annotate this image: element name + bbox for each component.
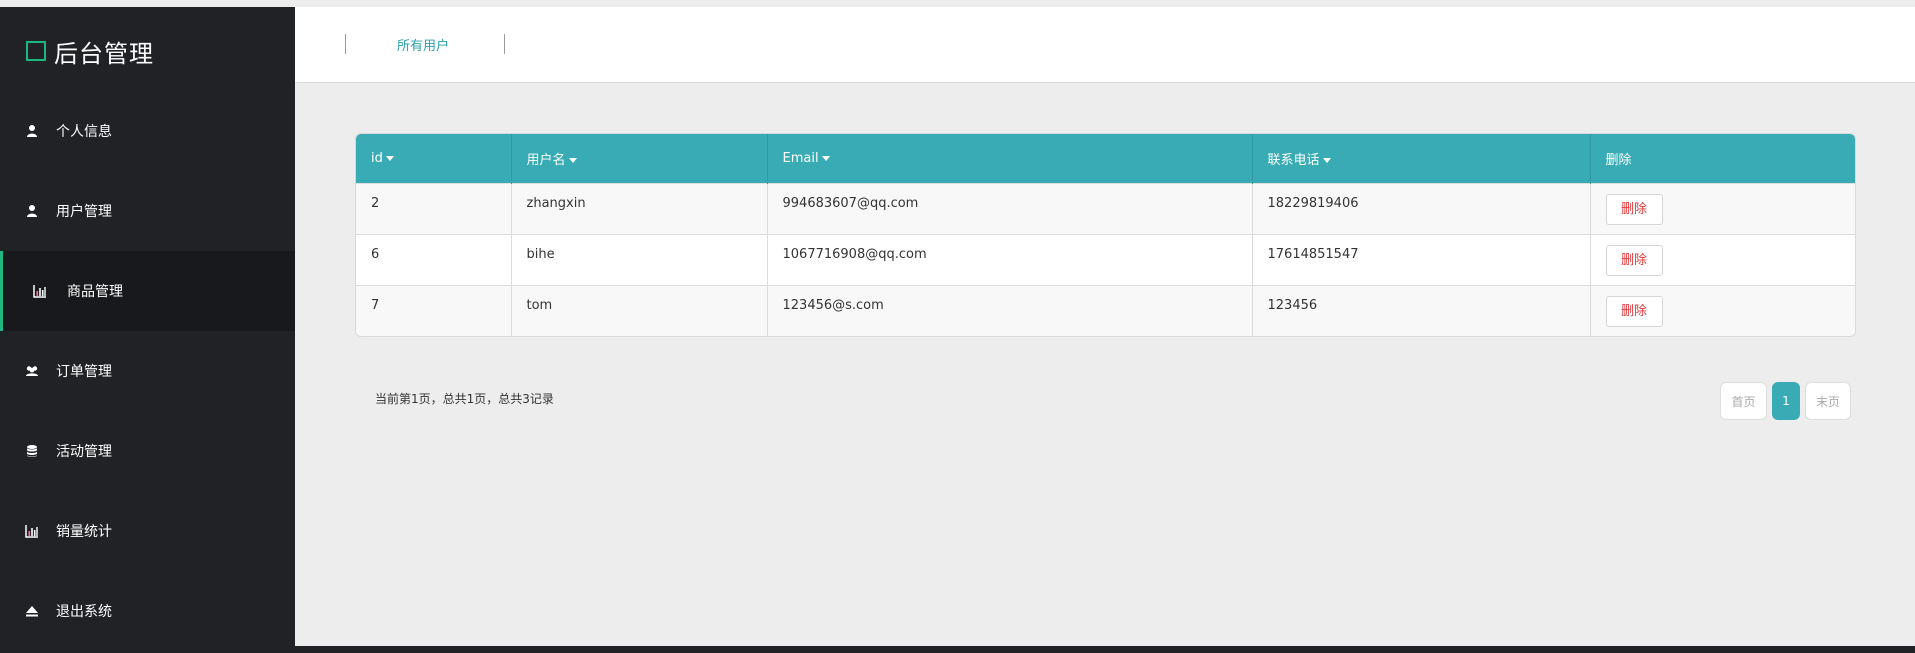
sort-caret-icon: [568, 157, 577, 163]
eject-icon: [25, 604, 39, 618]
column-header-id[interactable]: id: [356, 134, 512, 183]
sidebar-item-activity-management[interactable]: 活动管理: [0, 411, 295, 491]
sidebar-item-product-management[interactable]: 商品管理: [0, 251, 295, 331]
table-header-row: id 用户名 Email 联系电话 删除: [356, 134, 1855, 183]
delete-button[interactable]: 删除: [1605, 244, 1663, 276]
cell-username: bihe: [511, 233, 768, 285]
tab-all-users[interactable]: 所有用户: [397, 35, 449, 54]
cell-action: 删除: [1590, 233, 1855, 285]
pagination-info: 当前第1页，总共1页，总共3记录: [375, 392, 554, 406]
table-row: 2 zhangxin 994683607@qq.com 18229819406 …: [356, 182, 1855, 234]
users-icon: [25, 364, 39, 378]
last-page-button[interactable]: 末页: [1805, 382, 1851, 420]
sort-caret-icon: [1322, 157, 1331, 163]
database-icon: [25, 444, 39, 458]
sidebar: 后台管理 个人信息 用户管理 商品管理 订单管理 活动管理 销量统计 退出系统: [0, 7, 295, 653]
sidebar-item-label: 个人信息: [56, 124, 112, 140]
first-page-button[interactable]: 首页: [1720, 382, 1767, 420]
sidebar-item-label: 活动管理: [56, 444, 112, 460]
sidebar-item-order-management[interactable]: 订单管理: [0, 331, 295, 411]
sort-caret-icon: [385, 155, 394, 161]
cell-id: 6: [356, 233, 512, 285]
sidebar-item-label: 销量统计: [56, 524, 112, 540]
cell-action: 删除: [1590, 182, 1855, 234]
sidebar-item-profile[interactable]: 个人信息: [0, 91, 295, 171]
cell-id: 7: [356, 284, 512, 336]
sidebar-item-label: 用户管理: [56, 204, 112, 220]
column-header-email[interactable]: Email: [767, 134, 1253, 183]
bar-chart-icon: [33, 284, 47, 298]
delete-button[interactable]: 删除: [1605, 193, 1663, 225]
sidebar-item-user-management[interactable]: 用户管理: [0, 171, 295, 251]
cell-email: 994683607@qq.com: [767, 182, 1253, 234]
app-logo: 后台管理: [26, 33, 154, 69]
cell-username: zhangxin: [511, 182, 768, 234]
cell-phone: 18229819406: [1252, 182, 1591, 234]
table-row: 6 bihe 1067716908@qq.com 17614851547 删除: [356, 233, 1855, 285]
sidebar-item-label: 订单管理: [56, 364, 112, 380]
sort-caret-icon: [821, 155, 830, 161]
cell-action: 删除: [1590, 284, 1855, 336]
users-table: id 用户名 Email 联系电话 删除 2 zhangxin 99468360…: [355, 133, 1856, 337]
sidebar-item-logout[interactable]: 退出系统: [0, 571, 295, 651]
cell-phone: 123456: [1252, 284, 1591, 336]
sidebar-item-label: 退出系统: [56, 604, 112, 620]
user-icon: [25, 124, 39, 138]
cell-username: tom: [511, 284, 768, 336]
table-row: 7 tom 123456@s.com 123456 删除: [356, 284, 1855, 336]
cell-email: 1067716908@qq.com: [767, 233, 1253, 285]
column-header-delete: 删除: [1590, 134, 1855, 183]
tab-divider: [345, 34, 346, 54]
column-header-username[interactable]: 用户名: [511, 134, 768, 183]
cell-id: 2: [356, 182, 512, 234]
column-header-phone[interactable]: 联系电话: [1252, 134, 1591, 183]
sidebar-item-label: 商品管理: [67, 284, 123, 300]
sidebar-item-sales-statistics[interactable]: 销量统计: [0, 491, 295, 571]
pagination: 首页 1 末页: [1720, 382, 1851, 420]
current-page-button[interactable]: 1: [1772, 382, 1800, 420]
user-icon: [25, 204, 39, 218]
top-bar: 所有用户: [295, 7, 1915, 83]
bottom-bar: [0, 646, 1915, 653]
bar-chart-icon: [25, 524, 39, 538]
logo-square-icon: [26, 41, 46, 61]
cell-email: 123456@s.com: [767, 284, 1253, 336]
cell-phone: 17614851547: [1252, 233, 1591, 285]
delete-button[interactable]: 删除: [1605, 295, 1663, 327]
app-title: 后台管理: [54, 39, 154, 68]
tab-divider: [504, 34, 505, 54]
